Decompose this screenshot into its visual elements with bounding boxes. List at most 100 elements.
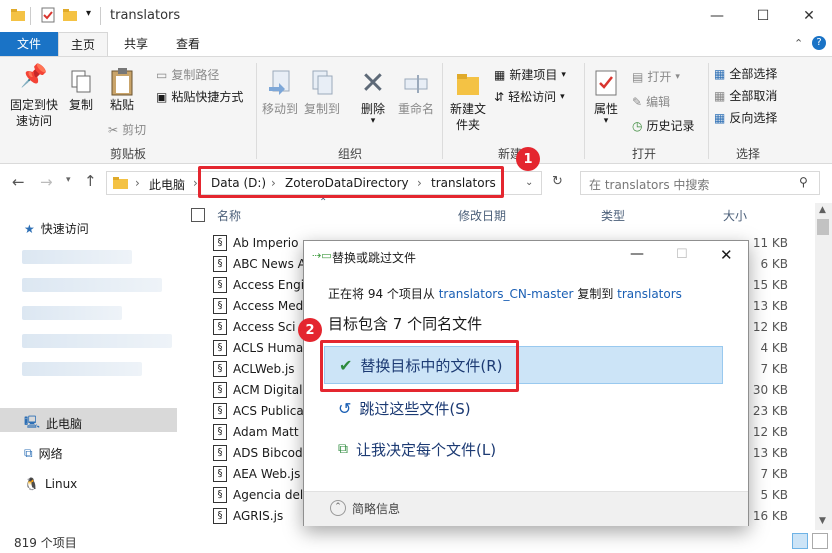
cut-label: 剪切 — [122, 123, 147, 137]
open-button[interactable]: ▤ 打开 ▾ — [632, 68, 680, 85]
up-arrow-icon[interactable]: ↑ — [84, 172, 97, 190]
script-file-icon: § — [213, 319, 227, 335]
select-all-checkbox[interactable] — [191, 208, 205, 222]
collapse-details-icon[interactable]: ⌃ — [330, 500, 346, 516]
large-icons-view-icon[interactable] — [812, 533, 828, 549]
easy-access-button[interactable]: ⇵ 轻松访问 ▾ — [494, 88, 565, 105]
column-type[interactable]: 类型 — [601, 207, 625, 224]
column-modified[interactable]: 修改日期 — [458, 207, 506, 224]
column-size[interactable]: 大小 — [723, 207, 747, 224]
help-icon[interactable]: ? — [812, 36, 826, 50]
new-folder-button[interactable]: 新建文件夹 — [446, 69, 490, 133]
scroll-up-icon[interactable]: ▲ — [819, 205, 826, 215]
rename-button[interactable]: 重命名 — [394, 69, 438, 117]
decide-each-file-label: 让我决定每个文件(L) — [356, 440, 497, 459]
ribbon: 📌 固定到快速访问 复制 粘贴 ▭ 复制路径 ▣ 粘贴快捷方式 ✂ 剪切 剪贴板 移动… — [0, 56, 832, 164]
move-to-icon — [260, 69, 300, 101]
file-name: Access Engi — [233, 278, 305, 292]
search-input[interactable]: 在 translators 中搜索 — [589, 176, 709, 193]
file-size: 30 KB — [752, 383, 788, 397]
dialog-maximize-button[interactable]: ☐ — [676, 247, 688, 262]
move-to-button[interactable]: 移动到 — [260, 69, 300, 117]
paste-shortcut-button[interactable]: ▣ 粘贴快捷方式 — [156, 88, 243, 105]
vertical-scrollbar[interactable]: ▲ ▼ — [815, 203, 832, 530]
new-item-dropdown-icon: ▾ — [561, 69, 566, 80]
invert-selection-button[interactable]: ▦ 反向选择 — [714, 109, 777, 126]
quick-access-dropdown-icon[interactable]: ▾ — [86, 8, 91, 19]
paste-label: 粘贴 — [109, 98, 134, 112]
clipboard-group-label: 剪贴板 — [110, 147, 147, 161]
decide-each-file-option[interactable]: ⧉ 让我决定每个文件(L) — [324, 430, 724, 468]
edit-button[interactable]: ✎ 编辑 — [632, 93, 670, 110]
step1-highlight — [198, 166, 504, 198]
tab-share[interactable]: 共享 — [112, 32, 160, 56]
close-window-button[interactable]: ✕ — [786, 0, 832, 32]
file-size: 4 KB — [760, 341, 788, 355]
new-folder-quick-icon[interactable] — [62, 7, 78, 25]
file-size: 13 KB — [752, 299, 788, 313]
open-dropdown-icon: ▾ — [675, 71, 680, 82]
divider — [30, 7, 31, 25]
pin-quick-access-button[interactable]: 📌 固定到快速访问 — [4, 66, 64, 129]
copy-to-button[interactable]: 复制到 — [302, 69, 342, 117]
source-folder-link[interactable]: translators_CN-master — [439, 287, 574, 301]
nav-linux-label: Linux — [44, 477, 78, 491]
properties-dropdown-icon[interactable]: ▾ — [588, 117, 624, 126]
decide-files-icon: ⧉ — [338, 441, 348, 457]
recent-dropdown-icon[interactable]: ▾ — [66, 175, 71, 185]
delete-button[interactable]: ✕ 删除 ▾ — [354, 69, 392, 126]
refresh-icon[interactable]: ↻ — [552, 174, 563, 189]
tab-view[interactable]: 查看 — [164, 32, 212, 56]
scroll-down-icon[interactable]: ▼ — [819, 516, 826, 526]
nav-this-pc[interactable]: 🖳 此电脑 — [24, 413, 82, 434]
tab-home[interactable]: 主页 — [58, 32, 108, 56]
column-name[interactable]: 名称 — [217, 207, 241, 224]
destination-folder-link[interactable]: translators — [617, 287, 682, 301]
copy-path-button[interactable]: ▭ 复制路径 — [156, 66, 219, 83]
blurred-item — [22, 278, 162, 292]
file-size: 12 KB — [752, 425, 788, 439]
script-file-icon: § — [213, 424, 227, 440]
file-size: 7 KB — [760, 467, 788, 481]
history-button[interactable]: ◷ 历史记录 — [632, 117, 695, 134]
new-item-button[interactable]: ▦ 新建项目 ▾ — [494, 66, 566, 83]
step1-badge: 1 — [516, 147, 540, 171]
copy-button[interactable]: 复制 — [64, 69, 98, 113]
copy-info: 正在将 94 个项目从 translators_CN-master 复制到 tr… — [328, 285, 682, 302]
paste-button[interactable]: 粘贴 — [104, 67, 140, 113]
fewer-details-link[interactable]: 简略信息 — [352, 500, 400, 517]
maximize-button[interactable]: ☐ — [740, 0, 786, 32]
nav-this-pc-label: 此电脑 — [46, 417, 83, 431]
forward-arrow-icon[interactable]: → — [40, 173, 53, 191]
paste-shortcut-icon: ▣ — [156, 89, 168, 104]
copy-icon — [64, 69, 98, 97]
new-item-label: 新建项目 — [509, 68, 558, 82]
skip-files-option[interactable]: ↺ 跳过这些文件(S) — [324, 389, 724, 427]
properties-button[interactable]: 属性 ▾ — [588, 69, 624, 126]
back-arrow-icon[interactable]: ← — [12, 173, 25, 191]
group-divider — [442, 63, 443, 159]
properties-quick-icon[interactable] — [40, 7, 56, 25]
minimize-button[interactable]: — — [694, 0, 740, 32]
dialog-minimize-button[interactable]: — — [630, 246, 644, 262]
ribbon-collapse-icon[interactable]: ⌃ — [794, 37, 803, 50]
nav-linux[interactable]: 🐧 Linux — [24, 477, 77, 491]
file-name: Access Med — [233, 299, 304, 313]
sort-up-icon: ⌃ — [319, 197, 328, 208]
nav-quick-access[interactable]: ★ 快速访问 — [24, 220, 89, 237]
nav-network[interactable]: ⧉ 网络 — [24, 445, 63, 462]
select-none-button[interactable]: ▦ 全部取消 — [714, 87, 777, 104]
breadcrumb-this-pc[interactable]: 此电脑 — [149, 176, 185, 193]
select-all-button[interactable]: ▦ 全部选择 — [714, 65, 777, 82]
delete-dropdown-icon[interactable]: ▾ — [354, 117, 392, 126]
dialog-close-button[interactable]: ✕ — [720, 246, 733, 264]
details-view-icon[interactable] — [792, 533, 808, 549]
search-box[interactable]: 在 translators 中搜索 ⚲ — [580, 171, 820, 195]
address-dropdown-icon[interactable]: ⌄ — [525, 177, 533, 188]
script-file-icon: § — [213, 361, 227, 377]
tab-file[interactable]: 文件 — [0, 32, 58, 56]
edit-label: 编辑 — [646, 95, 671, 109]
cut-button[interactable]: ✂ 剪切 — [108, 121, 146, 138]
scroll-thumb[interactable] — [817, 219, 829, 235]
conflict-heading: 目标包含 7 个同名文件 — [328, 315, 483, 333]
